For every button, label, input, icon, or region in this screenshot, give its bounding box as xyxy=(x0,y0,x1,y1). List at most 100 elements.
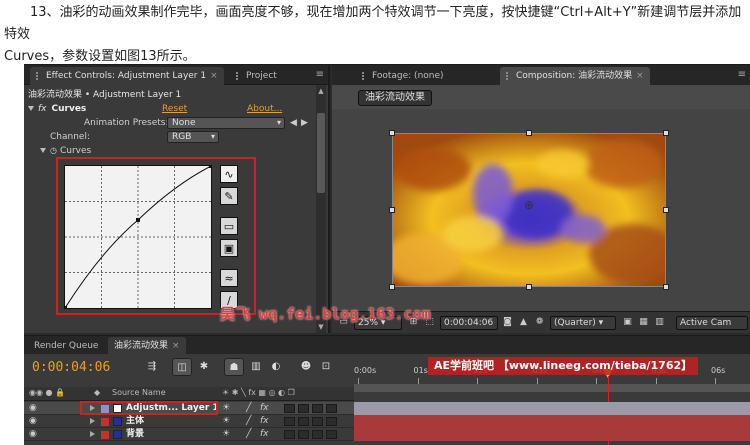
frame-blend-switch[interactable] xyxy=(284,430,295,439)
panel-menu-icon[interactable]: ≡ xyxy=(738,69,746,80)
quality-switch-icon[interactable]: ╱ xyxy=(246,415,251,428)
motion-blur-icon[interactable]: ◐ xyxy=(266,358,286,376)
work-area-bar[interactable] xyxy=(354,384,750,392)
graph-editor-icon[interactable]: ⊡ xyxy=(316,358,336,376)
open-icon[interactable]: ▭ xyxy=(220,217,238,235)
adjustment-switch[interactable] xyxy=(312,430,323,439)
channel-icon[interactable]: ❁ xyxy=(534,317,545,328)
layer-duration-bar[interactable] xyxy=(354,428,750,441)
save-icon[interactable]: ▣ xyxy=(220,239,238,257)
frame-handle[interactable] xyxy=(663,284,669,290)
draft-3d-icon[interactable]: ✱ xyxy=(194,358,214,376)
about-link[interactable]: About... xyxy=(247,102,282,116)
scrollbar-thumb[interactable] xyxy=(317,113,325,193)
composition-name-button[interactable]: 油彩流动效果 xyxy=(358,90,432,106)
curve-point[interactable] xyxy=(209,164,213,168)
hide-shy-icon[interactable]: ☗ xyxy=(224,358,244,376)
stopwatch-icon[interactable]: ◷ xyxy=(50,146,57,155)
panel-menu-icon[interactable]: ≡ xyxy=(316,69,324,80)
3d-layer-switch[interactable] xyxy=(326,417,337,426)
shy-switch-icon[interactable]: ☀ xyxy=(222,428,230,441)
eye-icon[interactable]: ◉ xyxy=(29,416,37,426)
channel-dropdown[interactable]: RGB ▾ xyxy=(167,131,219,143)
curves-graph[interactable] xyxy=(63,164,213,310)
show-snapshot-icon[interactable]: ▲ xyxy=(518,317,529,328)
scroll-down-icon[interactable]: ▼ xyxy=(316,323,326,331)
frame-handle[interactable] xyxy=(526,284,532,290)
camera-dropdown[interactable]: Active Cam xyxy=(676,316,748,330)
tab-render-queue[interactable]: Render Queue xyxy=(28,337,104,355)
layer-row[interactable]: ◉ 背景 ☀ ╱ fx xyxy=(24,428,354,441)
fx-icon[interactable]: fx xyxy=(38,104,47,114)
composition-mini-flowchart-icon[interactable]: ⇶ xyxy=(142,358,162,376)
adjustment-switch[interactable] xyxy=(312,417,323,426)
eye-icon[interactable]: ◉ xyxy=(29,403,37,413)
fx-switch-icon[interactable]: fx xyxy=(260,428,269,441)
layer-name[interactable]: 背景 xyxy=(126,428,144,441)
resolution-dropdown[interactable]: (Quarter) ▾ xyxy=(550,316,616,330)
quality-switch-icon[interactable]: ╱ xyxy=(246,402,251,415)
switches-icons[interactable]: ☀ ✱ ╲ fx ▦ ◎ ◐ ❒ xyxy=(222,388,295,397)
close-icon[interactable]: × xyxy=(210,71,218,81)
brainstorm-icon[interactable]: ☻ xyxy=(296,358,316,376)
fx-switch-icon[interactable]: fx xyxy=(260,415,269,428)
layer-duration-bar[interactable] xyxy=(354,402,750,415)
frame-blending-icon[interactable]: ▥ xyxy=(246,358,266,376)
close-icon[interactable]: × xyxy=(636,71,644,81)
eye-icon[interactable]: ◉ xyxy=(29,429,37,439)
layer-name[interactable]: 主体 xyxy=(126,415,144,428)
3d-layer-switch[interactable] xyxy=(326,404,337,413)
pencil-icon[interactable]: ✎ xyxy=(220,187,238,205)
curve-point[interactable] xyxy=(63,306,67,310)
motion-blur-switch[interactable] xyxy=(298,430,309,439)
shy-switch-icon[interactable]: ☀ xyxy=(222,415,230,428)
expand-triangle-icon[interactable] xyxy=(90,431,95,437)
composition-viewer[interactable]: ⊕ xyxy=(332,109,750,311)
expand-triangle-icon[interactable] xyxy=(40,147,46,153)
effect-curves-row[interactable]: fx Curves Reset About... xyxy=(24,102,316,116)
scroll-up-icon[interactable]: ▲ xyxy=(316,87,326,95)
motion-blur-switch[interactable] xyxy=(298,404,309,413)
frame-handle[interactable] xyxy=(389,130,395,136)
current-time-field[interactable]: 0:00:04:06 xyxy=(440,316,498,330)
curves-group-row[interactable]: ◷ Curves xyxy=(24,144,316,158)
label-color-swatch[interactable] xyxy=(101,431,109,439)
reset-link[interactable]: Reset xyxy=(162,102,187,116)
frame-blend-switch[interactable] xyxy=(284,404,295,413)
3d-layer-switch[interactable] xyxy=(326,430,337,439)
region-icon[interactable]: ▣ xyxy=(622,317,633,328)
curve-tool-icon[interactable]: ∿ xyxy=(220,165,238,183)
av-features-icon[interactable]: ◉◉ ● 🔒 xyxy=(29,388,65,397)
label-icon[interactable]: ◆ xyxy=(94,388,100,397)
tab-timeline-comp[interactable]: 油彩流动效果 × xyxy=(108,337,186,355)
composition-frame[interactable]: ⊕ xyxy=(392,133,666,287)
layer-row[interactable]: ◉ 主体 ☀ ╱ fx xyxy=(24,415,354,428)
transparency-grid-icon[interactable]: ▦ xyxy=(638,317,649,328)
source-name-header[interactable]: Source Name xyxy=(112,388,166,397)
tab-composition[interactable]: Composition: 油彩流动效果 × xyxy=(500,67,650,85)
layer-duration-bar[interactable] xyxy=(354,415,750,428)
adjustment-switch[interactable] xyxy=(312,404,323,413)
view-layout-icon[interactable]: ▥ xyxy=(654,317,665,328)
motion-blur-switch[interactable] xyxy=(298,417,309,426)
quality-switch-icon[interactable]: ╱ xyxy=(246,428,251,441)
effect-controls-scrollbar[interactable]: ▲ ▼ xyxy=(316,85,326,333)
tab-project[interactable]: Project xyxy=(230,67,283,85)
close-icon[interactable]: × xyxy=(172,341,180,351)
frame-handle[interactable] xyxy=(389,284,395,290)
smooth-icon[interactable]: ≈ xyxy=(220,269,238,287)
curve-point[interactable] xyxy=(136,217,140,222)
fx-switch-icon[interactable]: fx xyxy=(260,402,269,415)
timeline-timecode[interactable]: 0:00:04:06 xyxy=(32,360,110,375)
live-update-icon[interactable]: ◫ xyxy=(172,358,192,376)
label-color-swatch[interactable] xyxy=(101,418,109,426)
next-preset-icon[interactable]: ▶ xyxy=(301,116,308,130)
anchor-point-icon[interactable]: ⊕ xyxy=(524,198,534,212)
curves-graph-svg[interactable] xyxy=(63,164,213,310)
tab-effect-controls[interactable]: Effect Controls: Adjustment Layer 1 × xyxy=(30,67,224,85)
frame-handle[interactable] xyxy=(389,207,395,213)
frame-blend-switch[interactable] xyxy=(284,417,295,426)
expand-triangle-icon[interactable] xyxy=(90,418,95,424)
tab-footage[interactable]: Footage: (none) xyxy=(356,67,450,85)
animation-presets-dropdown[interactable]: None ▾ xyxy=(167,117,285,129)
